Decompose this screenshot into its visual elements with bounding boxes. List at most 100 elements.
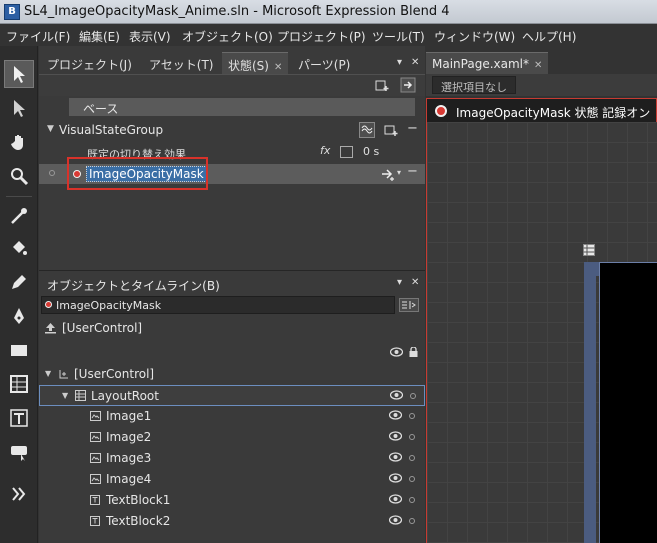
eye-icon[interactable] (389, 473, 402, 483)
document-tab[interactable]: MainPage.xaml* ✕ (426, 52, 549, 74)
transition-duration[interactable]: 0 s (363, 145, 379, 158)
tab-parts[interactable]: パーツ(P) (292, 52, 356, 74)
add-transition-icon[interactable] (380, 166, 396, 182)
tree-label: [UserControl] (74, 367, 155, 381)
menu-file[interactable]: ファイル(F) (6, 28, 70, 45)
lock-dot[interactable] (409, 497, 415, 503)
paint-bucket-tool[interactable] (4, 234, 34, 262)
tab-assets[interactable]: アセット(T) (143, 52, 219, 74)
text-icon (10, 409, 28, 427)
breadcrumb[interactable]: 選択項目なし (432, 76, 516, 94)
direct-arrow-icon (14, 100, 25, 117)
menu-tools[interactable]: ツール(T) (372, 28, 425, 45)
pen-tool[interactable] (4, 302, 34, 330)
menu-object[interactable]: オブジェクト(O) (182, 28, 273, 45)
easing-icon[interactable] (359, 122, 375, 138)
rectangle-icon (11, 345, 27, 356)
tree-node-image3[interactable]: Image3 (39, 448, 425, 469)
dropdown-arrow-icon[interactable]: ▾ (397, 168, 401, 177)
eye-icon[interactable] (389, 452, 402, 462)
visual-state-group-row[interactable]: ▼ VisualStateGroup − (39, 120, 425, 140)
gradient-tool[interactable] (4, 268, 34, 296)
add-state-icon[interactable] (384, 123, 398, 137)
menu-window[interactable]: ウィンドウ(W) (434, 28, 515, 45)
eye-icon[interactable] (390, 347, 403, 357)
pin-icon[interactable]: ▾ (397, 57, 402, 68)
control-tool[interactable] (4, 438, 34, 466)
textblock-icon (90, 516, 100, 526)
lock-dot[interactable] (410, 393, 416, 399)
base-state-label: ベース (83, 102, 119, 116)
lock-dot[interactable] (409, 518, 415, 524)
control-icon (11, 446, 27, 461)
state-dot-icon (49, 170, 55, 176)
eye-icon[interactable] (389, 494, 402, 504)
pin-icon[interactable]: ▾ (397, 277, 402, 288)
tree-node-layoutroot[interactable]: ▼ LayoutRoot (39, 385, 425, 406)
lock-dot[interactable] (409, 434, 415, 440)
scope-label: ImageOpacityMask (56, 299, 162, 312)
eye-icon[interactable] (390, 390, 403, 400)
collapse-arrow-icon[interactable]: ▼ (62, 391, 68, 400)
design-canvas[interactable] (426, 122, 657, 543)
toolbox-divider (6, 196, 32, 197)
eye-icon[interactable] (389, 410, 402, 420)
close-icon[interactable]: ✕ (274, 62, 282, 73)
lock-dot[interactable] (409, 476, 415, 482)
eye-icon[interactable] (389, 431, 402, 441)
record-icon[interactable] (435, 105, 447, 117)
direct-selection-tool[interactable] (4, 94, 34, 122)
tree-node-image2[interactable]: Image2 (39, 427, 425, 448)
base-state-row[interactable]: ベース (69, 98, 415, 116)
collapse-arrow-icon[interactable]: ▼ (45, 369, 51, 378)
lock-icon[interactable] (407, 347, 420, 357)
transition-preview-icon[interactable] (400, 77, 416, 93)
tree-node-image4[interactable]: Image4 (39, 469, 425, 490)
menu-edit[interactable]: 編集(E) (79, 28, 120, 45)
easing-function-icon[interactable] (340, 146, 353, 158)
artboard[interactable] (599, 262, 657, 543)
state-row-imageopacitymask[interactable]: ImageOpacityMask ▾ − (39, 157, 425, 190)
eyedropper-tool[interactable] (4, 202, 34, 230)
recording-banner: ImageOpacityMask 状態 記録オン (426, 98, 657, 122)
selection-tool[interactable] (4, 60, 34, 88)
remove-group-icon[interactable]: − (407, 121, 418, 136)
state-group-name: VisualStateGroup (59, 123, 164, 137)
scope-up-icon[interactable] (44, 322, 57, 334)
tree-label: LayoutRoot (91, 389, 159, 403)
tab-states[interactable]: 状態(S) ✕ (222, 52, 289, 74)
menu-view[interactable]: 表示(V) (129, 28, 171, 45)
zoom-tool[interactable] (4, 162, 34, 190)
remove-state-icon[interactable]: − (407, 164, 418, 179)
assets-tool[interactable] (4, 480, 34, 508)
rectangle-tool[interactable] (4, 336, 34, 364)
document-tab-label: MainPage.xaml* (432, 57, 529, 71)
tab-parts-label: パーツ(P) (298, 58, 351, 72)
timeline-toggle-icon[interactable] (399, 298, 419, 312)
tree-node-usercontrol[interactable]: ▼ [UserControl] (39, 364, 425, 385)
panel-tabs: プロジェクト(J) アセット(T) 状態(S) ✕ パーツ(P) ▾ ✕ (39, 52, 425, 74)
menu-project[interactable]: プロジェクト(P) (277, 28, 366, 45)
text-tool[interactable] (4, 404, 34, 432)
lock-dot[interactable] (409, 413, 415, 419)
tree-node-textblock2[interactable]: TextBlock2 (39, 511, 425, 532)
tab-projects[interactable]: プロジェクト(J) (41, 52, 138, 74)
eye-icon[interactable] (389, 515, 402, 525)
close-icon[interactable]: ✕ (534, 60, 542, 71)
add-state-group-icon[interactable] (375, 78, 389, 92)
collapse-arrow-icon[interactable]: ▼ (47, 124, 54, 134)
arrow-icon (14, 66, 25, 83)
pan-tool[interactable] (4, 128, 34, 156)
tree-node-textblock1[interactable]: TextBlock1 (39, 490, 425, 511)
menu-help[interactable]: ヘルプ(H) (522, 28, 576, 45)
lock-dot[interactable] (409, 455, 415, 461)
scope-field[interactable]: ImageOpacityMask (41, 296, 395, 314)
close-panel-icon[interactable]: ✕ (411, 277, 419, 288)
grid-tool[interactable] (4, 370, 34, 398)
user-control-scope-row[interactable]: [UserControl] (39, 318, 425, 339)
grid-adorner-icon[interactable] (583, 244, 595, 256)
grid-icon (10, 375, 28, 393)
tree-node-image1[interactable]: Image1 (39, 406, 425, 427)
fx-icon[interactable]: fx (320, 144, 330, 157)
close-panel-icon[interactable]: ✕ (411, 57, 419, 68)
